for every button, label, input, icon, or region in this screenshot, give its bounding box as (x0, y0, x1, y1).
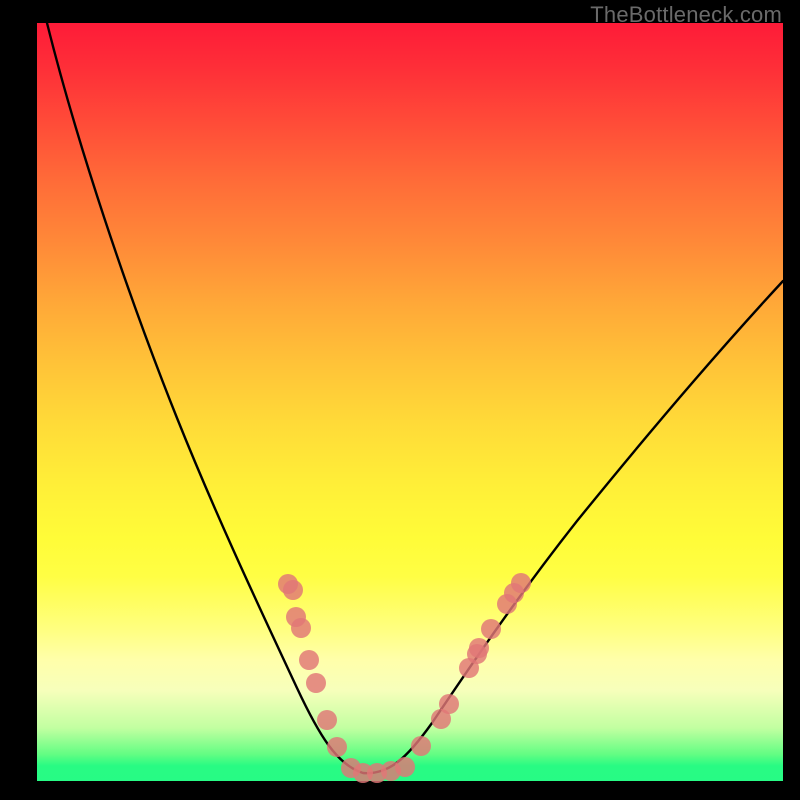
point (395, 757, 415, 777)
point (317, 710, 337, 730)
point (283, 580, 303, 600)
point (469, 638, 489, 658)
bottleneck-curve (47, 23, 783, 773)
point (511, 573, 531, 593)
bottleneck-curve-svg (37, 23, 783, 781)
point (439, 694, 459, 714)
point (306, 673, 326, 693)
watermark: TheBottleneck.com (590, 2, 782, 28)
plot-area (37, 23, 783, 781)
point (481, 619, 501, 639)
point (327, 737, 347, 757)
point (299, 650, 319, 670)
chart-frame: TheBottleneck.com (0, 0, 800, 800)
point (291, 618, 311, 638)
point (411, 736, 431, 756)
data-points (278, 573, 531, 783)
